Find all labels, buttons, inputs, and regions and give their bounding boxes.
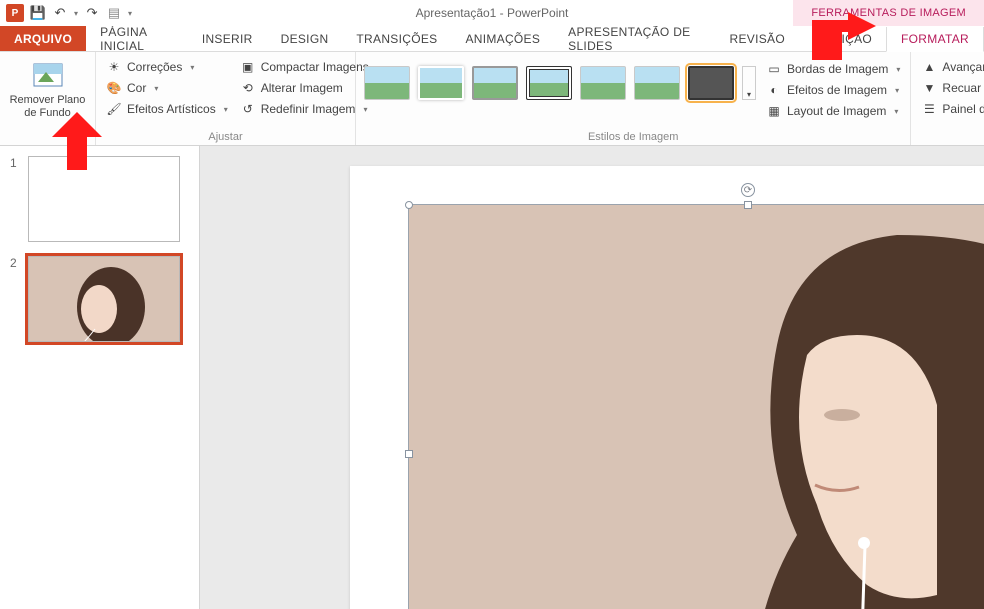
slide-2-preview-icon (29, 257, 180, 342)
tab-home[interactable]: PÁGINA INICIAL (86, 26, 188, 51)
quick-access-toolbar: P 💾 ↶ ▾ ↷ ▤ ▾ (0, 4, 132, 22)
layout-label: Layout de Imagem (787, 104, 886, 118)
style-thumb[interactable] (418, 66, 464, 100)
reset-label: Redefinir Imagem (261, 102, 356, 116)
style-thumb[interactable] (580, 66, 626, 100)
arrange-group-label: Or (911, 131, 984, 143)
style-thumb[interactable] (364, 66, 410, 100)
resize-handle[interactable] (405, 201, 413, 209)
corrections-button[interactable]: ☀ Correções (104, 58, 230, 76)
layout-icon: ▦ (766, 103, 782, 119)
border-label: Bordas de Imagem (787, 62, 888, 76)
remove-background-icon (32, 60, 64, 92)
slide-thumb-2[interactable] (28, 256, 180, 342)
picture-border-button[interactable]: ▭ Bordas de Imagem (764, 60, 902, 78)
image-content-icon (637, 225, 984, 609)
qat-customize-icon[interactable]: ▾ (128, 9, 132, 18)
tab-transitions[interactable]: TRANSIÇÕES (342, 26, 451, 51)
rotate-handle[interactable]: ⟳ (741, 183, 755, 197)
backward-icon: ▼ (921, 80, 937, 96)
slide-row[interactable]: 1 (10, 156, 189, 242)
ribbon: Remover Plano de Fundo ☀ Correções 🎨 Cor… (0, 52, 984, 146)
style-thumb-selected[interactable] (688, 66, 734, 100)
slide-canvas[interactable]: ⟳ (350, 166, 984, 609)
forward-icon: ▲ (921, 59, 937, 75)
styles-group-label: Estilos de Imagem (356, 131, 910, 143)
style-thumb[interactable] (526, 66, 572, 100)
resize-handle[interactable] (405, 450, 413, 458)
group-arrange: ▲ Avançar ▼ Recuar ☰ Painel de Sel Or (911, 52, 984, 145)
contextual-tab-label: FERRAMENTAS DE IMAGEM (793, 0, 984, 26)
remove-background-label: Remover Plano de Fundo (8, 94, 87, 120)
change-picture-icon: ⟲ (240, 80, 256, 96)
slide-number: 1 (10, 156, 20, 242)
picture-layout-button[interactable]: ▦ Layout de Imagem (764, 102, 902, 120)
start-slideshow-icon[interactable]: ▤ (106, 5, 122, 21)
picture-effects-button[interactable]: ◐ Efeitos de Imagem (764, 81, 902, 99)
reset-picture-button[interactable]: ↺ Redefinir Imagem (238, 100, 371, 118)
style-thumb[interactable] (634, 66, 680, 100)
group-remove-bg: Remover Plano de Fundo (0, 52, 96, 145)
adjust-group-label: Ajustar (96, 131, 355, 143)
artistic-label: Efeitos Artísticos (127, 102, 216, 116)
tab-view[interactable]: EXIBIÇÃO (799, 26, 886, 51)
color-icon: 🎨 (106, 80, 122, 96)
undo-dropdown-icon[interactable]: ▾ (74, 9, 78, 18)
artistic-icon: 🖌 (106, 101, 122, 117)
redo-icon[interactable]: ↷ (84, 5, 100, 21)
effects-label: Efeitos de Imagem (787, 83, 887, 97)
selection-pane-label: Painel de Sel (942, 102, 984, 116)
slide-panel[interactable]: 1 2 (0, 146, 200, 609)
tab-slideshow[interactable]: APRESENTAÇÃO DE SLIDES (554, 26, 715, 51)
backward-label: Recuar (942, 81, 981, 95)
resize-handle[interactable] (744, 201, 752, 209)
selected-image[interactable]: ⟳ (408, 204, 984, 609)
send-backward-button[interactable]: ▼ Recuar (919, 79, 984, 97)
undo-icon[interactable]: ↶ (52, 5, 68, 21)
tab-file[interactable]: ARQUIVO (0, 26, 86, 51)
change-picture-button[interactable]: ⟲ Alterar Imagem (238, 79, 371, 97)
slide-editor[interactable]: ⟳ (200, 146, 984, 609)
tab-insert[interactable]: INSERIR (188, 26, 267, 51)
tab-design[interactable]: DESIGN (267, 26, 343, 51)
ribbon-tabs: ARQUIVO PÁGINA INICIAL INSERIR DESIGN TR… (0, 26, 984, 52)
reset-icon: ↺ (240, 101, 256, 117)
compress-icon: ▣ (240, 59, 256, 75)
effects-icon: ◐ (766, 82, 782, 98)
slide-row[interactable]: 2 (10, 256, 189, 342)
corrections-label: Correções (127, 60, 182, 74)
gallery-more-button[interactable]: ▾ (742, 66, 756, 100)
forward-label: Avançar (942, 60, 984, 74)
tab-review[interactable]: REVISÃO (716, 26, 799, 51)
change-picture-label: Alterar Imagem (261, 81, 343, 95)
color-button[interactable]: 🎨 Cor (104, 79, 230, 97)
tab-format[interactable]: FORMATAR (886, 27, 984, 52)
powerpoint-icon: P (6, 4, 24, 22)
tab-animations[interactable]: ANIMAÇÕES (451, 26, 554, 51)
style-thumb[interactable] (472, 66, 518, 100)
selection-pane-icon: ☰ (921, 101, 937, 117)
styles-gallery: ▾ (364, 56, 756, 100)
save-icon[interactable]: 💾 (30, 5, 46, 21)
group-adjust: ☀ Correções 🎨 Cor 🖌 Efeitos Artísticos ▣… (96, 52, 356, 145)
slide-number: 2 (10, 256, 20, 342)
slide-thumb-1[interactable] (28, 156, 180, 242)
title-bar: P 💾 ↶ ▾ ↷ ▤ ▾ Apresentação1 - PowerPoint… (0, 0, 984, 26)
corrections-icon: ☀ (106, 59, 122, 75)
workspace: 1 2 (0, 146, 984, 609)
group-picture-styles: ▾ ▭ Bordas de Imagem ◐ Efeitos de Imagem… (356, 52, 911, 145)
artistic-effects-button[interactable]: 🖌 Efeitos Artísticos (104, 100, 230, 118)
selection-pane-button[interactable]: ☰ Painel de Sel (919, 100, 984, 118)
compress-label: Compactar Imagens (261, 60, 369, 74)
compress-button[interactable]: ▣ Compactar Imagens (238, 58, 371, 76)
remove-background-button[interactable]: Remover Plano de Fundo (8, 56, 87, 120)
color-label: Cor (127, 81, 146, 95)
border-icon: ▭ (766, 61, 782, 77)
bring-forward-button[interactable]: ▲ Avançar (919, 58, 984, 76)
